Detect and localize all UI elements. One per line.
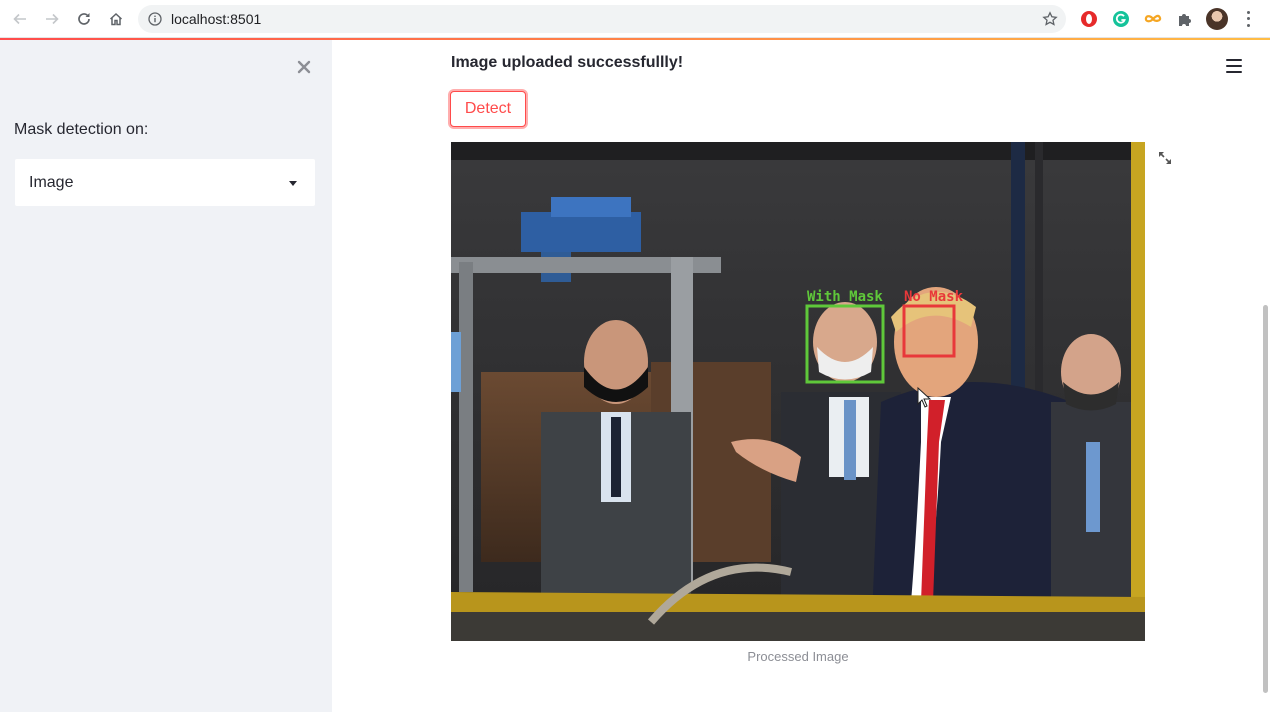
browser-menu-icon[interactable] (1242, 9, 1254, 29)
info-icon[interactable] (148, 12, 162, 26)
upload-status-message: Image uploaded successfullly! (451, 54, 684, 71)
home-button[interactable] (100, 3, 132, 35)
detection-label-with-mask: With Mask (807, 289, 883, 305)
detection-mode-value[interactable]: Image (29, 174, 73, 192)
arrow-right-icon (46, 13, 59, 24)
close-icon (297, 60, 311, 74)
back-button[interactable] (4, 3, 36, 35)
home-icon (109, 12, 123, 25)
sidebar-close-button[interactable] (295, 58, 313, 76)
reload-button[interactable] (68, 3, 100, 35)
mask-detection-label: Mask detection on: (14, 121, 149, 138)
profile-avatar[interactable] (1206, 8, 1228, 30)
detection-mode-select[interactable]: Image (14, 158, 316, 207)
chevron-down-icon[interactable] (289, 181, 297, 186)
extensions-puzzle-icon[interactable] (1175, 9, 1195, 29)
reload-icon (78, 12, 90, 25)
image-caption: Processed Image (747, 649, 849, 664)
sidebar: Mask detection on: Image (0, 40, 332, 712)
main-content: Image uploaded successfullly! Detect Wit… (332, 40, 1270, 712)
page-scrollbar[interactable] (1263, 305, 1268, 693)
fullscreen-expand-icon[interactable] (1157, 150, 1173, 166)
infinity-extension-icon[interactable] (1143, 9, 1163, 29)
arrow-left-icon (13, 13, 26, 24)
detection-label-no-mask: No Mask (904, 289, 964, 305)
detect-button[interactable]: Detect (450, 91, 526, 127)
processed-image: With Mask No Mask (451, 142, 1145, 641)
processed-photo: With Mask No Mask (451, 142, 1145, 641)
opera-extension-icon[interactable] (1079, 9, 1099, 29)
forward-button[interactable] (36, 3, 68, 35)
grammarly-extension-icon[interactable] (1111, 9, 1131, 29)
bookmark-star-icon[interactable] (1042, 11, 1058, 27)
browser-toolbar: localhost:8501 (0, 0, 1270, 38)
app-menu-icon[interactable] (1226, 59, 1242, 73)
url-text[interactable]: localhost:8501 (171, 11, 261, 27)
address-bar[interactable]: localhost:8501 (138, 5, 1066, 33)
